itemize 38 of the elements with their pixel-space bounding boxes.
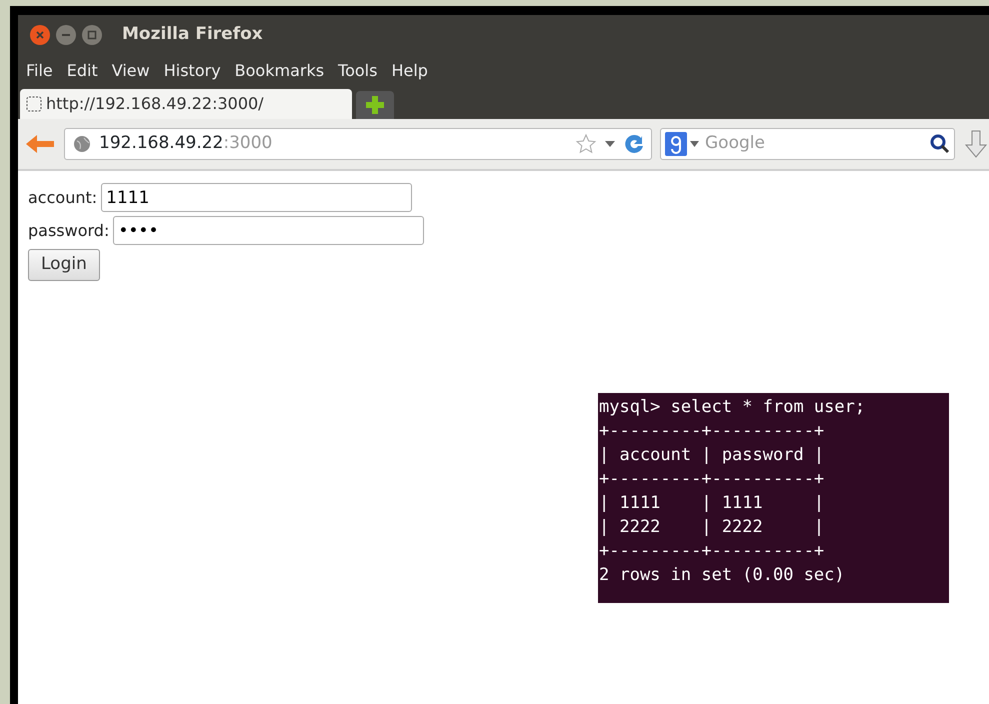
menu-item[interactable]: Help xyxy=(391,59,428,83)
close-icon[interactable] xyxy=(30,25,50,45)
terminal-line: | 1111 | 1111 | xyxy=(599,492,824,515)
input-field[interactable]: 1111 xyxy=(101,183,412,212)
menu-item[interactable]: File xyxy=(26,59,53,83)
maximize-icon[interactable] xyxy=(82,25,102,45)
login-button[interactable]: Login xyxy=(28,249,100,280)
blank-page-icon xyxy=(26,96,42,112)
minimize-icon[interactable] xyxy=(56,25,76,45)
search-bar[interactable]: Google xyxy=(660,128,955,160)
back-arrow-icon[interactable] xyxy=(24,132,56,156)
terminal-line: | account | password | xyxy=(599,444,824,467)
menu-item[interactable]: History xyxy=(164,59,221,83)
menu-item[interactable]: View xyxy=(112,59,150,83)
reload-icon[interactable] xyxy=(623,133,645,155)
search-icon[interactable] xyxy=(930,134,950,154)
terminal-line: +---------+----------+ xyxy=(599,540,824,563)
address-bar[interactable]: 192.168.49.22:3000 xyxy=(64,128,652,160)
browser-tab[interactable]: http://192.168.49.22:3000/ xyxy=(20,89,352,119)
terminal-line: mysql> select * from user; xyxy=(599,396,866,419)
menu-item[interactable]: Edit xyxy=(66,59,98,83)
menu-item[interactable]: Bookmarks xyxy=(234,59,324,83)
new-tab-button[interactable] xyxy=(356,91,394,119)
terminal-line: +---------+----------+ xyxy=(599,420,824,443)
plus-icon xyxy=(365,95,385,115)
menu-item[interactable]: Tools xyxy=(338,59,378,83)
terminal-line: +---------+----------+ xyxy=(599,468,824,491)
dropdown-icon[interactable] xyxy=(605,140,615,148)
terminal-line: 2 rows in set (0.00 sec) xyxy=(599,564,845,587)
window-title: Mozilla Firefox xyxy=(122,23,263,46)
star-icon[interactable] xyxy=(575,133,597,155)
field-label: account: xyxy=(28,186,98,208)
globe-icon xyxy=(73,135,91,153)
terminal-line: | 2222 | 2222 | xyxy=(599,516,824,539)
field-label: password: xyxy=(28,220,110,242)
input-field[interactable]: •••• xyxy=(113,216,424,245)
search-engine-icon xyxy=(665,132,699,156)
download-arrow-icon[interactable] xyxy=(963,129,989,159)
